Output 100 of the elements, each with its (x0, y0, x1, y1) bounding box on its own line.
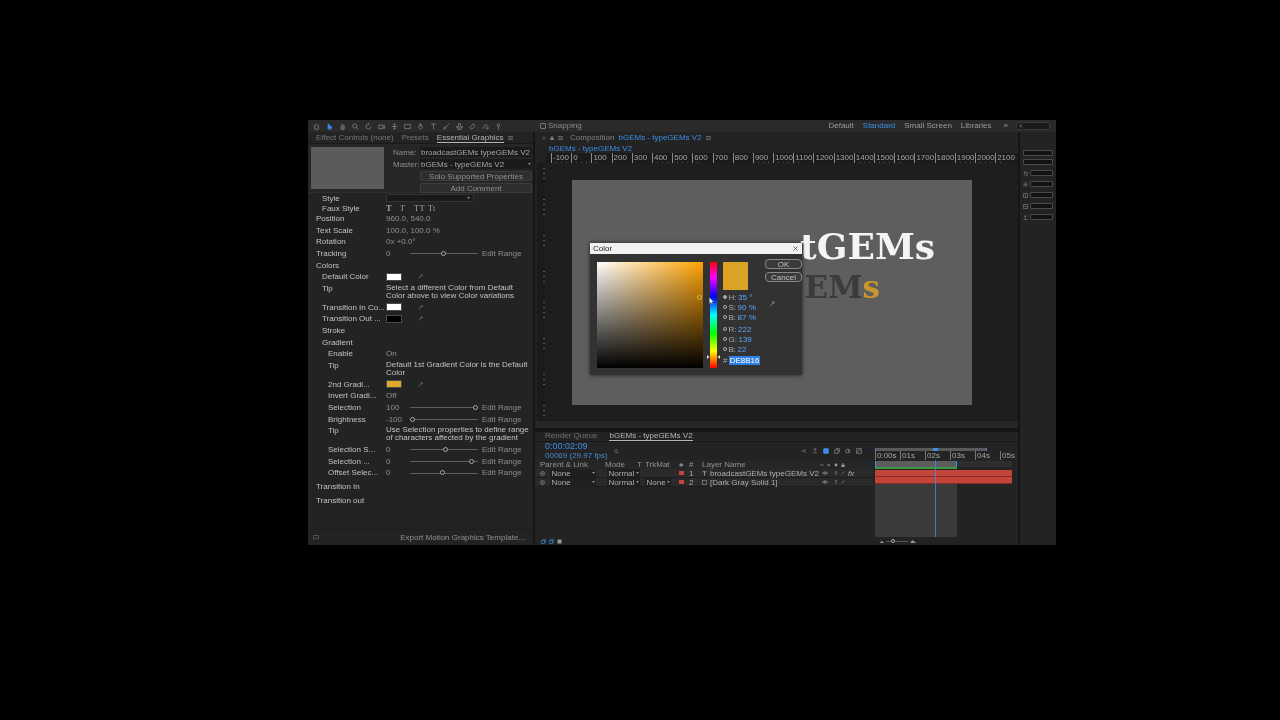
panel-tab[interactable]: Render Queue (545, 431, 598, 442)
slider-value[interactable]: 0 (386, 445, 410, 455)
slider-thumb[interactable] (443, 447, 449, 453)
slider-thumb[interactable] (473, 405, 478, 410)
close-icon[interactable] (793, 246, 798, 251)
horizontal-scale-icon[interactable] (1023, 203, 1028, 209)
viewer-tab[interactable]: bGEMs - typeGEMs V2 (549, 143, 633, 153)
workspace-tab[interactable]: Small Screen (904, 121, 952, 131)
timecode[interactable]: 0:00:02:09 (545, 442, 608, 452)
property-value[interactable]: 0x +0.0° (386, 237, 416, 247)
cancel-button[interactable]: Cancel (765, 272, 802, 282)
eyedropper-icon[interactable] (418, 381, 423, 387)
faux-style-button[interactable]: T (400, 203, 414, 213)
branch-icon[interactable] (801, 448, 807, 454)
slider-thumb[interactable] (468, 458, 474, 464)
field-value[interactable]: 22 (737, 344, 747, 354)
workspace-tab[interactable]: Default (828, 121, 854, 131)
figure-icon[interactable] (834, 480, 838, 484)
faux-style-button[interactable]: T (386, 203, 400, 213)
eraser-icon[interactable] (469, 122, 476, 130)
vertical-scale-icon[interactable] (1023, 192, 1028, 198)
stacked-squares-icon[interactable] (541, 538, 546, 544)
slider-thumb[interactable] (440, 251, 446, 257)
name-field[interactable]: broadcastGEMs typeGEMs V2 (420, 147, 532, 157)
property-value[interactable]: Off (386, 391, 397, 401)
panel-tab[interactable]: Effect Controls (none) (316, 132, 394, 143)
camera-icon[interactable] (378, 122, 385, 130)
small-mountain-icon[interactable] (880, 539, 884, 543)
edit-range-link[interactable]: Edit Range (482, 456, 522, 466)
workspace-tab[interactable]: Libraries (960, 121, 992, 131)
edit-range-link[interactable]: Edit Range (482, 403, 522, 412)
composition-link[interactable]: bGEMs - typeGEMs V2 (618, 133, 702, 142)
slider-thumb[interactable] (410, 416, 415, 422)
label-color[interactable] (679, 480, 684, 484)
column-header[interactable]: Parent & Link (540, 460, 605, 469)
menu-icon[interactable] (558, 135, 563, 140)
slider-thumb[interactable] (440, 470, 446, 476)
panel-button[interactable]: Solo Supported Properties (420, 171, 532, 181)
column-header[interactable]: # (689, 460, 702, 469)
ok-button[interactable]: OK (765, 259, 802, 269)
eyedropper-icon[interactable] (418, 274, 423, 280)
eyedropper-icon[interactable] (418, 316, 423, 322)
magnifier-icon[interactable] (352, 122, 359, 130)
line-spacing-icon[interactable] (1023, 181, 1028, 187)
export-button[interactable]: Export Motion Graphics Template... (400, 533, 525, 542)
slash-icon[interactable] (841, 480, 845, 484)
time-navigator[interactable] (875, 448, 988, 451)
search-field[interactable] (1016, 122, 1050, 130)
menu-icon[interactable] (507, 135, 513, 140)
field-value[interactable]: 222 (738, 324, 752, 334)
input-field[interactable] (1023, 159, 1053, 165)
pen-icon[interactable] (417, 122, 424, 130)
eyedropper-icon[interactable] (769, 301, 775, 307)
zoom-thumb[interactable] (891, 539, 896, 543)
stamp-icon[interactable] (456, 122, 463, 130)
input-field[interactable] (1030, 170, 1053, 176)
layer-name[interactable]: broadcastGEMs typeGEMs V2 (710, 468, 820, 478)
zoom-slider[interactable] (886, 539, 908, 543)
hex-field[interactable]: DE8B16 (728, 355, 760, 365)
mode-dropdown[interactable]: Normal (607, 478, 640, 486)
stacked-squares-icon[interactable] (834, 448, 840, 454)
field-value[interactable]: 35 ° (738, 292, 753, 302)
color-field[interactable] (597, 262, 703, 368)
input-field[interactable] (1030, 203, 1053, 209)
snapping-label[interactable]: Snapping (548, 121, 582, 131)
edit-range-link[interactable]: Edit Range (482, 414, 522, 424)
slider-track[interactable] (410, 405, 478, 410)
column-header[interactable]: Mode (605, 460, 637, 469)
curve-brush-icon[interactable] (482, 122, 489, 130)
pin-icon[interactable] (495, 122, 502, 130)
column-header[interactable]: Layer Name (702, 460, 820, 469)
eyedropper-icon[interactable] (418, 304, 423, 310)
move-icon[interactable] (391, 122, 398, 130)
slider-value[interactable]: -100 (386, 414, 410, 424)
input-field[interactable] (1023, 150, 1053, 156)
input-field[interactable] (1030, 181, 1053, 187)
panel-tab[interactable]: bGEMs - typeGEMs V2 (609, 431, 693, 442)
pointer-icon[interactable] (326, 122, 333, 130)
layer-name[interactable]: [Dark Gray Solid 1] (710, 477, 820, 487)
large-mountain-icon[interactable] (910, 539, 916, 543)
hand-icon[interactable] (339, 122, 346, 130)
stacked-squares-icon[interactable] (549, 538, 554, 544)
property-value[interactable]: 960.0, 540.0 (386, 214, 431, 224)
edit-range-link[interactable]: Edit Range (482, 468, 522, 478)
mode-dropdown[interactable]: Normal (607, 469, 640, 477)
type-icon[interactable] (430, 122, 437, 130)
track-matte-dropdown[interactable]: None (645, 478, 671, 486)
menu-icon[interactable] (705, 135, 711, 140)
snapping-checkbox[interactable] (540, 123, 546, 129)
slider-value[interactable]: 0 (386, 468, 410, 478)
edit-range-link[interactable]: Edit Range (482, 249, 522, 259)
parent-dropdown[interactable]: None (550, 469, 596, 477)
effects-label[interactable]: fx (848, 468, 855, 478)
slider-value[interactable]: 0 (386, 249, 410, 259)
slider-value[interactable]: 100 (386, 403, 410, 412)
figure-icon[interactable] (834, 471, 838, 475)
picker-ring-icon[interactable] (696, 294, 702, 300)
input-field[interactable] (1030, 214, 1053, 220)
baseline-icon[interactable] (1023, 214, 1028, 220)
panel-button[interactable]: Add Comment (420, 183, 532, 193)
